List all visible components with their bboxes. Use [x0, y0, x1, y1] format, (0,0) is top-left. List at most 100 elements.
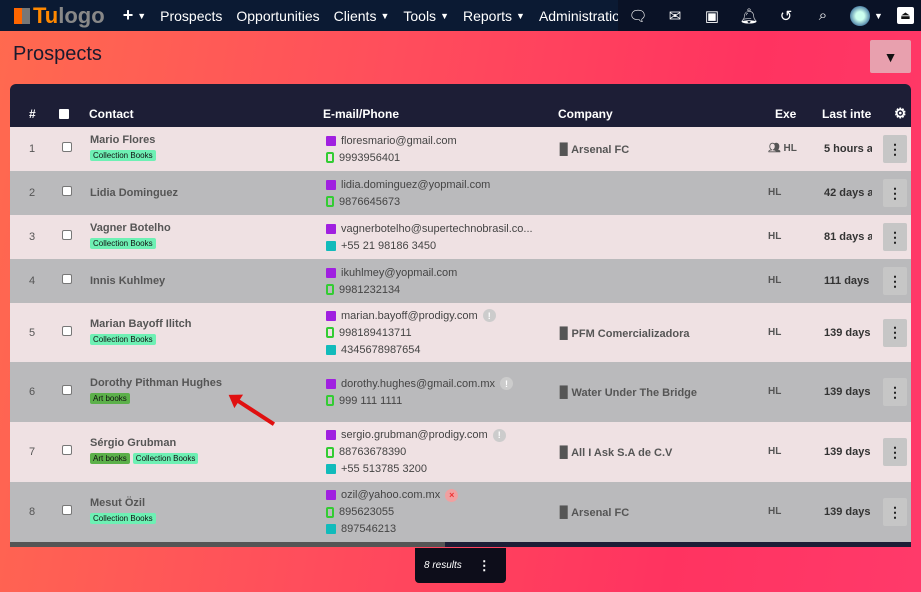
col-email-phone[interactable]: E-mail/Phone — [323, 107, 399, 121]
table-row[interactable]: 1 Mario Flores Collection Books floresmar… — [10, 127, 911, 171]
col-exe[interactable]: Exe — [775, 107, 796, 121]
tag-list: Collection Books — [90, 238, 156, 249]
chevron-down-icon[interactable]: ▼ — [874, 11, 883, 21]
company-name: Water Under The Bridge — [571, 387, 698, 399]
row-number: 5 — [29, 326, 36, 339]
row-number: 6 — [29, 386, 36, 398]
table-row[interactable]: 7 Sérgio Grubman Art books Collection Book… — [10, 422, 911, 482]
row-actions-button[interactable]: ⋮ — [883, 378, 907, 406]
row-checkbox[interactable] — [62, 142, 72, 152]
table-row[interactable]: 2 Lidia Dominguez lidia.dominguez@yopmai… — [10, 171, 911, 215]
nav-clients[interactable]: Clients ▼ — [334, 8, 390, 24]
row-checkbox[interactable] — [62, 505, 72, 515]
calendar-icon[interactable]: ▣ — [702, 6, 722, 26]
phone-number[interactable]: +55 21 98186 3450 — [341, 240, 436, 252]
row-actions-button[interactable]: ⋮ — [883, 318, 907, 347]
email[interactable]: sergio.grubman@prodigy.com — [341, 429, 488, 441]
users-icon: 👥︎ — [768, 143, 784, 154]
mobile-number[interactable]: 999 111 1111 — [339, 395, 402, 407]
mobile-number[interactable]: 9993956401 — [339, 152, 400, 164]
select-all-checkbox[interactable] — [59, 109, 69, 119]
row-actions-button[interactable]: ⋮ — [883, 223, 907, 251]
contact-name[interactable]: Mesut Özil — [90, 497, 145, 509]
mail-icon[interactable]: ✉ — [665, 6, 685, 26]
executive: HL — [768, 187, 781, 198]
contact-name[interactable]: Mario Flores — [90, 134, 155, 146]
phone-number[interactable]: 4345678987654 — [341, 344, 421, 356]
phone-number[interactable]: +55 513785 3200 — [341, 463, 427, 475]
contact-name[interactable]: Lidia Dominguez — [90, 187, 178, 199]
mobile-number[interactable]: 895623055 — [339, 506, 394, 518]
gear-icon[interactable]: ⚙ — [894, 105, 907, 122]
contact-name[interactable]: Dorothy Pithman Hughes — [90, 377, 222, 389]
email-warning-icon[interactable]: ! — [492, 428, 506, 442]
company-cell[interactable]: ▉ PFM Comercializadora — [560, 327, 690, 340]
company-cell[interactable]: ▉ All I Ask S.A de C.V — [560, 446, 672, 459]
row-checkbox[interactable] — [62, 274, 72, 284]
horizontal-scrollbar[interactable] — [10, 542, 445, 547]
row-checkbox[interactable] — [62, 445, 72, 455]
bell-icon[interactable]: 🔔︎ — [739, 6, 759, 26]
email[interactable]: ozil@yahoo.com.mx — [341, 489, 440, 501]
filter-button[interactable]: ▼ — [870, 40, 911, 73]
row-number: 4 — [29, 275, 36, 287]
email[interactable]: vagnerbotelho@supertechnobrasil.co... — [341, 223, 533, 235]
logo[interactable]: Tu logo — [14, 3, 105, 29]
more-options-icon[interactable]: ⋮ — [478, 558, 491, 574]
table-row[interactable]: 6 Dorothy Pithman Hughes Art books doroth… — [10, 362, 911, 422]
row-checkbox[interactable] — [62, 325, 72, 336]
email-warning-icon[interactable]: ! — [500, 377, 514, 390]
email-warning-icon[interactable]: ! — [482, 309, 496, 322]
contact-name[interactable]: Sérgio Grubman — [90, 437, 176, 449]
company-cell[interactable]: ▉ Water Under The Bridge — [560, 386, 697, 399]
company-cell[interactable]: ▉ Arsenal FC — [560, 143, 629, 156]
collapse-icon[interactable]: ⏏ — [896, 7, 914, 24]
row-checkbox[interactable] — [62, 186, 72, 196]
row-checkbox[interactable] — [62, 385, 72, 395]
row-actions-button[interactable]: ⋮ — [883, 135, 907, 163]
building-icon: ▉ — [560, 387, 572, 399]
row-checkbox[interactable] — [62, 230, 72, 240]
email[interactable]: lidia.dominguez@yopmail.com — [341, 179, 490, 191]
nav-tools[interactable]: Tools ▼ — [403, 8, 449, 24]
avatar — [850, 5, 870, 26]
mobile-number[interactable]: 88763678390 — [339, 446, 406, 458]
nav-prospects[interactable]: Prospects — [160, 8, 222, 24]
row-actions-button[interactable]: ⋮ — [883, 498, 907, 526]
nav-opportunities[interactable]: Opportunities — [236, 8, 319, 24]
col-company[interactable]: Company — [558, 107, 613, 121]
email[interactable]: marian.bayoff@prodigy.com — [341, 310, 478, 322]
table-row[interactable]: 3 Vagner Botelho Collection Books vagnerb… — [10, 215, 911, 259]
nav-reports[interactable]: Reports ▼ — [463, 8, 525, 24]
row-actions-button[interactable]: ⋮ — [883, 267, 907, 295]
row-actions-button[interactable]: ⋮ — [883, 179, 907, 207]
mobile-number[interactable]: 998189413711 — [339, 327, 412, 339]
table-row[interactable]: 4 Innis Kuhlmey ikuhlmey@yopmail.com 998… — [10, 259, 911, 303]
col-number: # — [29, 107, 36, 121]
create-menu[interactable]: + ▼ — [123, 5, 146, 26]
logo-text-a: Tu — [33, 2, 59, 28]
chevron-down-icon: ▼ — [516, 10, 525, 21]
table-row[interactable]: 5 Marian Bayoff Ilitch Collection Books m… — [10, 303, 911, 362]
email[interactable]: floresmario@gmail.com — [341, 135, 457, 147]
page-title: Prospects — [13, 43, 102, 65]
contact-name[interactable]: Vagner Botelho — [90, 222, 171, 234]
contact-name[interactable]: Innis Kuhlmey — [90, 275, 165, 287]
history-icon[interactable]: ↺ — [776, 6, 796, 26]
company-cell[interactable]: ▉ Arsenal FC — [560, 506, 629, 519]
phone-number[interactable]: 897546213 — [341, 523, 396, 535]
mobile-number[interactable]: 9876645673 — [339, 196, 400, 208]
chat-icon[interactable]: 🗨 — [628, 6, 648, 26]
row-actions-button[interactable]: ⋮ — [883, 438, 907, 466]
last-interaction: 139 days — [824, 326, 871, 339]
col-contact[interactable]: Contact — [89, 107, 134, 121]
mobile-number[interactable]: 9981232134 — [339, 284, 400, 296]
search-icon[interactable]: ⌕ — [813, 6, 833, 26]
email[interactable]: ikuhlmey@yopmail.com — [341, 267, 457, 279]
table-row[interactable]: 8 Mesut Özil Collection Books ozil@yahoo.… — [10, 482, 911, 542]
email-invalid-icon[interactable]: × — [445, 488, 459, 502]
contact-name[interactable]: Marian Bayoff Ilitch — [90, 318, 191, 330]
email[interactable]: dorothy.hughes@gmail.com.mx — [341, 378, 495, 390]
user-avatar[interactable] — [850, 5, 870, 26]
col-last-interaction[interactable]: Last inte — [822, 107, 871, 121]
